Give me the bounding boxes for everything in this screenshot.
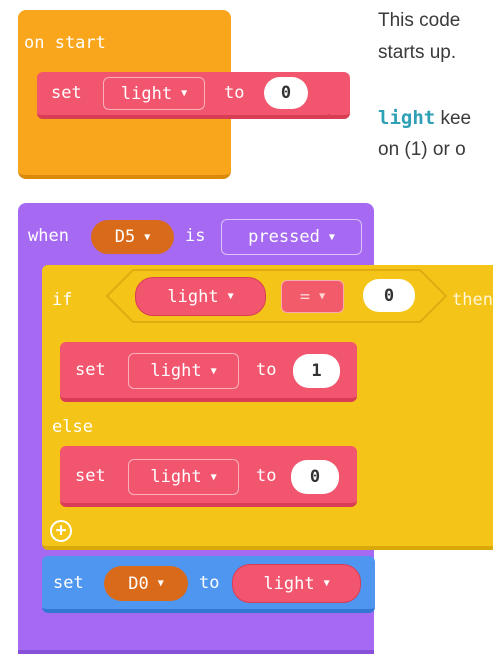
variable-dropdown[interactable]: light ▼ — [128, 459, 239, 495]
plus-circle-icon[interactable]: + — [50, 520, 72, 542]
if-keyword: if — [52, 290, 73, 310]
variable-dropdown[interactable]: light ▼ — [128, 353, 239, 389]
pin-dropdown[interactable]: D5 ▼ — [91, 220, 174, 254]
number-input[interactable]: 1 — [293, 354, 340, 388]
to-keyword: to — [256, 466, 277, 486]
pin-dropdown[interactable]: D0 ▼ — [104, 566, 188, 601]
else-keyword: else — [52, 417, 93, 437]
is-keyword: is — [185, 226, 206, 246]
to-keyword: to — [256, 360, 277, 380]
number-input[interactable]: 0 — [291, 460, 339, 494]
then-keyword: then — [452, 290, 493, 310]
caret-down-icon: ▼ — [210, 471, 217, 483]
on-start-label: on start — [24, 33, 106, 53]
set-keyword: set — [75, 466, 106, 486]
pin-dropdown-label: D0 — [128, 573, 149, 594]
set-keyword: set — [53, 573, 84, 593]
description-line-2: starts up. — [378, 42, 457, 63]
operator-label: = — [299, 286, 311, 307]
when-keyword: when — [28, 226, 69, 246]
variable-dropdown[interactable]: light ▼ — [103, 77, 205, 110]
description-line-4: on (1) or o — [378, 139, 466, 160]
set-keyword: set — [75, 360, 106, 380]
to-keyword: to — [224, 83, 245, 103]
caret-down-icon: ▼ — [210, 365, 217, 377]
light-variable-label: light — [167, 286, 219, 307]
description-line-1: This code — [378, 10, 461, 31]
variable-name-light: light — [378, 107, 436, 129]
operator-dropdown[interactable]: = ▼ — [281, 280, 344, 313]
set-keyword: set — [51, 83, 82, 103]
light-variable-reporter[interactable]: light ▼ — [135, 277, 266, 316]
event-dropdown[interactable]: pressed ▼ — [221, 219, 362, 255]
then-set-block[interactable]: set light ▼ to 1 — [60, 342, 357, 402]
pin-dropdown-label: D5 — [114, 227, 136, 247]
caret-down-icon: ▼ — [181, 88, 188, 99]
light-variable-reporter[interactable]: light ▼ — [232, 564, 361, 603]
else-set-block[interactable]: set light ▼ to 0 — [60, 446, 357, 507]
caret-down-icon: ▼ — [323, 578, 330, 589]
description-line-3-rest: kee — [435, 108, 472, 129]
caret-down-icon: ▼ — [227, 291, 234, 302]
to-keyword: to — [199, 573, 220, 593]
caret-down-icon: ▼ — [157, 578, 164, 589]
digital-write-block[interactable]: set D0 ▼ to light ▼ — [42, 556, 375, 613]
caret-down-icon: ▼ — [328, 231, 335, 243]
description-line-3: light kee — [378, 107, 471, 130]
light-variable-label: light — [263, 573, 315, 594]
variable-dropdown-label: light — [150, 467, 202, 487]
on-start-set-block[interactable]: set light ▼ to 0 — [37, 72, 330, 119]
event-dropdown-label: pressed — [248, 227, 320, 247]
number-input[interactable]: 0 — [264, 77, 308, 109]
variable-dropdown-label: light — [120, 83, 173, 104]
compare-number-input[interactable]: 0 — [363, 279, 415, 312]
caret-down-icon: ▼ — [319, 291, 326, 302]
caret-down-icon: ▼ — [144, 231, 151, 243]
variable-dropdown-label: light — [150, 361, 202, 381]
